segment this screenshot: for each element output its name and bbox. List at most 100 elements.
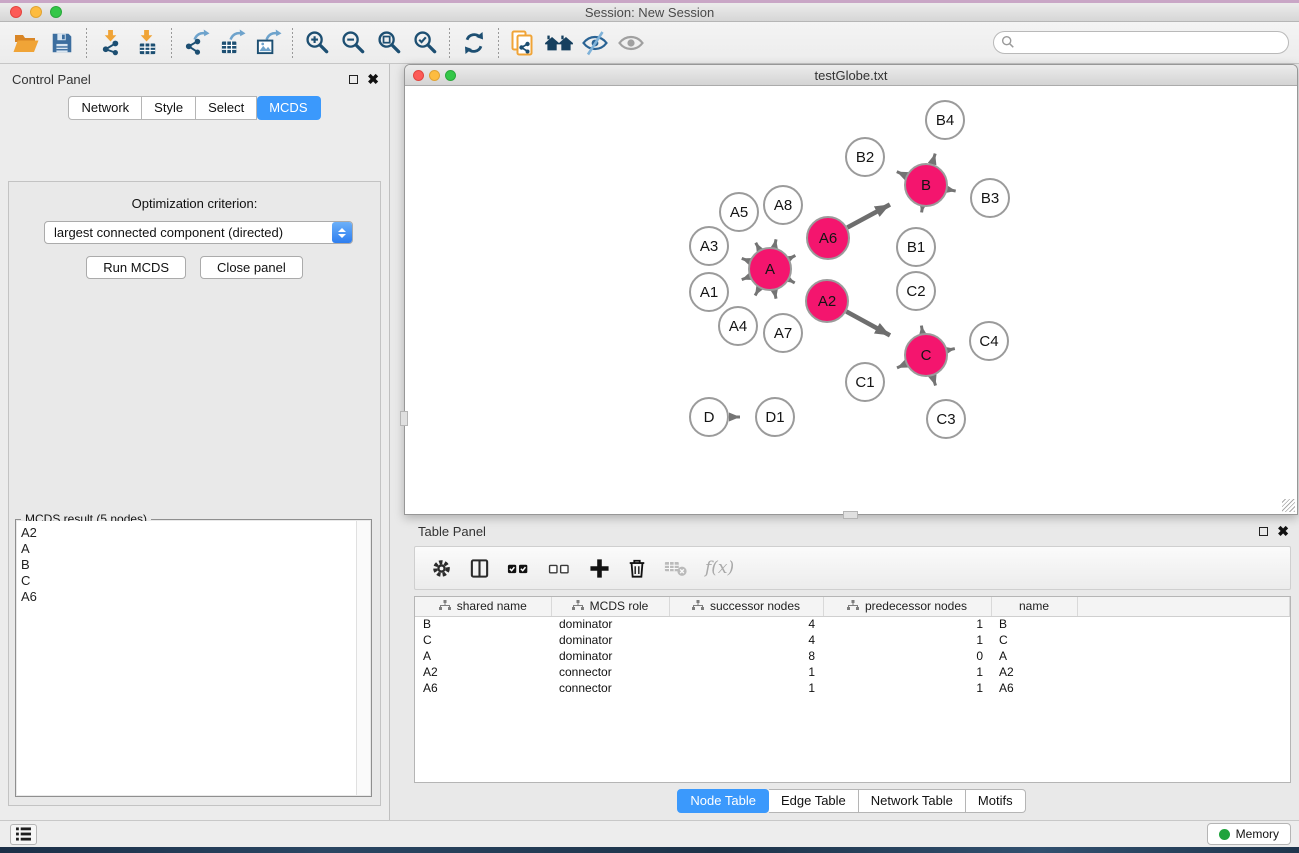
close-panel-button[interactable]: Close panel: [200, 256, 303, 279]
edge-C-C1[interactable]: [897, 364, 906, 368]
edge-C-C4[interactable]: [947, 349, 954, 351]
node-B4[interactable]: B4: [926, 101, 964, 139]
add-row-icon[interactable]: [589, 558, 610, 579]
node-table[interactable]: shared nameMCDS rolesuccessor nodesprede…: [414, 596, 1291, 783]
zoom-in-icon[interactable]: [299, 26, 335, 60]
float-panel-icon[interactable]: [1259, 527, 1268, 536]
edge-B-B4[interactable]: [932, 154, 935, 164]
edge-A-A2[interactable]: [789, 280, 795, 283]
import-table-icon[interactable]: [129, 26, 165, 60]
node-C[interactable]: C: [905, 334, 947, 376]
column-header-successor-nodes[interactable]: successor nodes: [669, 597, 823, 616]
tab-node-table[interactable]: Node Table: [677, 789, 769, 813]
node-D[interactable]: D: [690, 398, 728, 436]
edge-B-B3[interactable]: [948, 189, 956, 191]
node-A4[interactable]: A4: [719, 307, 757, 345]
edge-A-A8[interactable]: [774, 239, 776, 247]
tab-select[interactable]: Select: [196, 96, 257, 120]
node-A3[interactable]: A3: [690, 227, 728, 265]
deselect-all-icon[interactable]: [548, 558, 572, 579]
tab-edge-table[interactable]: Edge Table: [769, 789, 859, 813]
close-panel-icon[interactable]: ✖: [367, 75, 379, 84]
edge-A2-C[interactable]: [846, 312, 890, 336]
column-view-icon[interactable]: [469, 558, 490, 579]
edge-A-A5[interactable]: [756, 243, 760, 250]
mcds-result-item[interactable]: A6: [21, 589, 370, 605]
node-A[interactable]: A: [749, 248, 791, 290]
tab-mcds[interactable]: MCDS: [257, 96, 320, 120]
node-B1[interactable]: B1: [897, 228, 935, 266]
zoom-fit-icon[interactable]: [371, 26, 407, 60]
node-A5[interactable]: A5: [720, 193, 758, 231]
node-A8[interactable]: A8: [764, 186, 802, 224]
mcds-result-item[interactable]: C: [21, 573, 370, 589]
node-A2[interactable]: A2: [806, 280, 848, 322]
edge-A-A1[interactable]: [742, 277, 750, 280]
optimization-select[interactable]: largest connected component (directed): [44, 221, 353, 244]
search-input[interactable]: [993, 31, 1289, 54]
resize-grip-icon[interactable]: [1282, 499, 1295, 512]
table-settings-icon[interactable]: [431, 558, 452, 579]
column-header-MCDS-role[interactable]: MCDS role: [551, 597, 669, 616]
tab-network-table[interactable]: Network Table: [859, 789, 966, 813]
node-C4[interactable]: C4: [970, 322, 1008, 360]
mcds-result-item[interactable]: A2: [21, 525, 370, 541]
node-A6[interactable]: A6: [807, 217, 849, 259]
new-network-from-selection-icon[interactable]: [505, 26, 541, 60]
export-network-icon[interactable]: [178, 26, 214, 60]
node-A1[interactable]: A1: [690, 273, 728, 311]
edge-A-A6[interactable]: [789, 255, 795, 258]
save-session-icon[interactable]: [44, 26, 80, 60]
result-scrollbar[interactable]: [356, 521, 370, 795]
node-C2[interactable]: C2: [897, 272, 935, 310]
first-neighbors-icon[interactable]: [541, 26, 577, 60]
task-history-icon[interactable]: [10, 824, 37, 845]
column-header-predecessor-nodes[interactable]: predecessor nodes: [823, 597, 991, 616]
run-mcds-button[interactable]: Run MCDS: [86, 256, 186, 279]
float-panel-icon[interactable]: [349, 75, 358, 84]
edge-A-A4[interactable]: [755, 288, 759, 295]
node-B[interactable]: B: [905, 164, 947, 206]
table-row[interactable]: Cdominator41C: [415, 632, 1290, 648]
select-all-icon[interactable]: [507, 558, 531, 579]
zoom-selected-icon[interactable]: [407, 26, 443, 60]
table-row[interactable]: A2connector11A2: [415, 664, 1290, 680]
table-row[interactable]: Bdominator41B: [415, 616, 1290, 632]
network-graph[interactable]: B4B2BB3B1A6A5A8A3AA1A4A7A2C2C4CC1C3DD1: [405, 86, 1297, 514]
refresh-icon[interactable]: [456, 26, 492, 60]
open-session-icon[interactable]: [8, 26, 44, 60]
edge-C-C3[interactable]: [933, 376, 936, 386]
column-header-name[interactable]: name: [991, 597, 1077, 616]
tab-motifs[interactable]: Motifs: [966, 789, 1026, 813]
node-C1[interactable]: C1: [846, 363, 884, 401]
table-row[interactable]: Adominator80A: [415, 648, 1290, 664]
import-network-icon[interactable]: [93, 26, 129, 60]
export-table-icon[interactable]: [214, 26, 250, 60]
network-window-titlebar[interactable]: testGlobe.txt: [405, 65, 1297, 86]
mcds-result-item[interactable]: A: [21, 541, 370, 557]
delete-table-icon[interactable]: [664, 558, 688, 578]
node-A7[interactable]: A7: [764, 314, 802, 352]
edge-B-B1[interactable]: [922, 207, 923, 213]
mcds-result-list[interactable]: A2ABCA6: [17, 521, 370, 795]
edge-A6-B[interactable]: [847, 205, 890, 228]
hide-selected-icon[interactable]: [577, 26, 613, 60]
zoom-out-icon[interactable]: [335, 26, 371, 60]
splitter-handle[interactable]: [400, 411, 408, 426]
delete-row-icon[interactable]: [627, 558, 647, 579]
node-D1[interactable]: D1: [756, 398, 794, 436]
edge-B-B2[interactable]: [897, 172, 906, 176]
table-row[interactable]: A6connector11A6: [415, 680, 1290, 696]
edge-C-C2[interactable]: [921, 326, 922, 334]
tab-style[interactable]: Style: [142, 96, 196, 120]
node-C3[interactable]: C3: [927, 400, 965, 438]
node-B2[interactable]: B2: [846, 138, 884, 176]
tab-network[interactable]: Network: [68, 96, 142, 120]
mcds-result-item[interactable]: B: [21, 557, 370, 573]
export-image-icon[interactable]: [250, 26, 286, 60]
close-panel-icon[interactable]: ✖: [1277, 527, 1289, 536]
memory-button[interactable]: Memory: [1207, 823, 1291, 845]
edge-A-A7[interactable]: [774, 291, 776, 299]
function-builder-icon[interactable]: f(x): [705, 558, 734, 578]
network-canvas[interactable]: B4B2BB3B1A6A5A8A3AA1A4A7A2C2C4CC1C3DD1: [405, 86, 1297, 514]
